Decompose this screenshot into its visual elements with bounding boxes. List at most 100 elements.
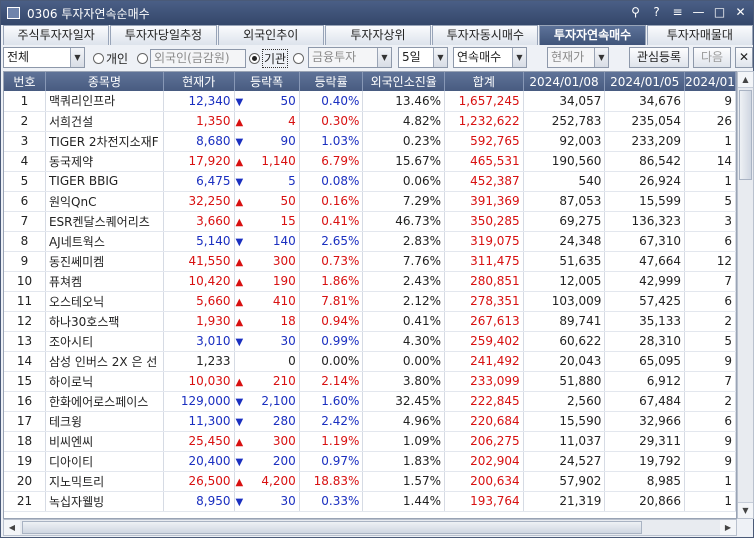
market-select[interactable]: 전체 ▼ [3, 47, 85, 68]
daily-net-buy: 15,590 [523, 411, 606, 432]
change-rate: 1.86% [299, 271, 364, 292]
stock-name: 지노믹트리 [45, 471, 164, 492]
daily-net-buy: 8,985 [604, 471, 686, 492]
stock-name: 조아시티 [45, 331, 164, 352]
stock-name: 녹십자웰빙 [45, 491, 164, 512]
close-icon[interactable]: ✕ [732, 4, 749, 21]
radio-individual[interactable]: 개인 [93, 49, 128, 67]
maximize-icon[interactable]: □ [711, 4, 728, 21]
table-row[interactable]: 9 동진쎄미켐 41,550 ▲ 300 0.73% 7.76% 311,475 51,635 4… [4, 251, 736, 272]
price-select[interactable]: 현재가 ▼ [547, 47, 609, 68]
change-amount-cell: ▲ 210 [234, 371, 300, 392]
scroll-thumb[interactable] [739, 90, 752, 180]
foreign-exhaustion-rate: 1.57% [362, 471, 445, 492]
scroll-thumb[interactable] [22, 521, 642, 534]
change-rate: 1.19% [299, 431, 364, 452]
column-header[interactable]: 합계 [444, 72, 524, 91]
change-amount: 18 [280, 314, 296, 328]
table-row[interactable]: 4 동국제약 17,920 ▲ 1,140 6.79% 15.67% 465,531 190,5… [4, 151, 736, 172]
days-select[interactable]: 5일 ▼ [398, 47, 448, 68]
arrow-down-icon: ▼ [235, 397, 244, 408]
change-amount: 4,200 [261, 474, 296, 488]
radio-institution[interactable]: 기관 [249, 48, 289, 68]
register-interest-button[interactable]: 관심등록 [629, 47, 689, 68]
menu-icon[interactable]: ≡ [669, 4, 686, 21]
table-row[interactable]: 10 퓨쳐켐 10,420 ▲ 190 1.86% 2.43% 280,851 12,005 42… [4, 271, 736, 292]
daily-net-buy: 1 [684, 491, 736, 512]
change-amount-cell: ▲ 190 [234, 271, 300, 292]
tab-investor-simultaneous[interactable]: 투자자동시매수 [432, 25, 539, 45]
change-amount: 280 [272, 414, 296, 428]
stock-name: 비씨엔씨 [45, 431, 164, 452]
change-amount: 210 [272, 374, 296, 388]
table-row[interactable]: 1 맥쿼리인프라 12,340 ▼ 50 0.40% 13.46% 1,657,245 34,0… [4, 91, 736, 112]
change-amount-cell: ▲ 410 [234, 291, 300, 312]
column-header[interactable]: 등락률 [299, 72, 364, 91]
horizontal-scrollbar[interactable]: ◀ ▶ [3, 519, 737, 536]
scroll-left-icon[interactable]: ◀ [4, 520, 20, 535]
row-number: 7 [4, 211, 46, 232]
table-row[interactable]: 3 TIGER 2차전지소재F 8,680 ▼ 90 1.03% 0.23% 592,765 9… [4, 131, 736, 152]
column-header[interactable]: 2024/01/05 [604, 72, 686, 91]
vertical-scrollbar[interactable]: ▲ ▼ [737, 71, 754, 519]
arrow-up-icon: ▲ [235, 117, 244, 128]
table-row[interactable]: 11 오스테오닉 5,660 ▲ 410 7.81% 2.12% 278,351 103,009… [4, 291, 736, 312]
table-row[interactable]: 20 지노믹트리 26,500 ▲ 4,200 18.83% 1.57% 200,634 57,… [4, 471, 736, 492]
table-row[interactable]: 18 비씨엔씨 25,450 ▲ 300 1.19% 1.09% 206,275 11,037 2… [4, 431, 736, 452]
radio-institution-type[interactable] [293, 49, 306, 67]
scroll-up-icon[interactable]: ▲ [738, 72, 753, 88]
table-row[interactable]: 14 삼성 인버스 2X 은 선 1,233 0 0.00% 0.00% 241,492 20… [4, 351, 736, 372]
table-row[interactable]: 8 AJ네트웍스 5,140 ▼ 140 2.65% 2.83% 319,075 24,348 6… [4, 231, 736, 252]
close-panel-button[interactable]: ✕ [735, 47, 753, 68]
change-rate: 2.65% [299, 231, 364, 252]
column-header[interactable]: 현재가 [163, 72, 235, 91]
tab-investor-daily[interactable]: 주식투자자일자 [3, 25, 110, 45]
chevron-down-icon: ▼ [512, 48, 526, 67]
table-row[interactable]: 5 TIGER BBIG 6,475 ▼ 5 0.08% 0.06% 452,387 540 26… [4, 171, 736, 192]
tab-investor-top[interactable]: 투자자상위 [324, 25, 432, 45]
table-row[interactable]: 13 조아시티 3,010 ▼ 30 0.99% 4.30% 259,402 60,622 28,… [4, 331, 736, 352]
column-header[interactable]: 2024/01/08 [523, 72, 606, 91]
column-header[interactable]: 2024/01 [684, 72, 736, 91]
table-row[interactable]: 15 하이로닉 10,030 ▲ 210 2.14% 3.80% 233,099 51,880 6… [4, 371, 736, 392]
table-row[interactable]: 12 하나30호스팩 1,930 ▲ 18 0.94% 0.41% 267,613 89,741… [4, 311, 736, 332]
daily-net-buy: 28,310 [604, 331, 686, 352]
radio-foreign[interactable]: 외국인(금감원) [137, 48, 246, 68]
column-header[interactable]: 외국인소진율 [362, 72, 445, 91]
current-price: 1,350 [163, 111, 235, 132]
tab-investor-estimate[interactable]: 투자자당일추정 [110, 25, 217, 45]
pin-icon[interactable]: ⚲ [627, 4, 644, 21]
app-icon [7, 7, 20, 19]
row-number: 16 [4, 391, 46, 412]
column-header[interactable]: 종목명 [45, 72, 164, 91]
scroll-down-icon[interactable]: ▼ [738, 502, 753, 518]
minimize-icon[interactable]: — [690, 4, 707, 21]
table-row[interactable]: 7 ESR켄달스퀘어리츠 3,660 ▲ 15 0.41% 46.73% 350,285 69,… [4, 211, 736, 232]
next-button[interactable]: 다음 [693, 47, 731, 68]
column-header[interactable]: 등락폭 [234, 72, 300, 91]
row-number: 5 [4, 171, 46, 192]
arrow-down-icon: ▼ [235, 497, 244, 508]
trade-type-select[interactable]: 연속매수 ▼ [453, 47, 527, 68]
institution-type-select[interactable]: 금융투자 ▼ [308, 47, 392, 68]
table-row[interactable]: 6 원익QnC 32,250 ▲ 50 0.16% 7.29% 391,369 87,053 15… [4, 191, 736, 212]
tab-foreign-trend[interactable]: 외국인추이 [217, 25, 324, 45]
window-title: 0306 투자자연속순매수 [27, 6, 150, 21]
table-row[interactable]: 2 서희건설 1,350 ▲ 4 0.30% 4.82% 1,232,622 252,783 23… [4, 111, 736, 132]
help-icon[interactable]: ? [648, 4, 665, 21]
tab-investor-volume-zone[interactable]: 투자자매물대 [646, 25, 753, 45]
arrow-up-icon: ▲ [235, 217, 244, 228]
table-row[interactable]: 21 녹십자웰빙 8,950 ▼ 30 0.33% 1.44% 193,764 21,319 20… [4, 491, 736, 512]
daily-net-buy: 136,323 [604, 211, 686, 232]
table-row[interactable]: 19 디아이티 20,400 ▼ 200 0.97% 1.83% 202,904 24,527 1… [4, 451, 736, 472]
table-row[interactable]: 16 한화에어로스페이스 129,000 ▼ 2,100 1.60% 32.45% 222,8… [4, 391, 736, 412]
foreign-exhaustion-rate: 13.46% [362, 91, 445, 112]
row-number: 20 [4, 471, 46, 492]
tab-investor-consecutive[interactable]: 투자자연속매수 [539, 25, 646, 45]
table-row[interactable]: 17 테크윙 11,300 ▼ 280 2.42% 4.96% 220,684 15,590 32… [4, 411, 736, 432]
foreign-exhaustion-rate: 32.45% [362, 391, 445, 412]
scroll-right-icon[interactable]: ▶ [720, 520, 736, 535]
change-rate: 0.30% [299, 111, 364, 132]
column-header[interactable]: 번호 [4, 72, 46, 91]
data-grid[interactable]: 번호 종목명 현재가 등락폭 등락률 외국인소진율 합계 2024/01/08 2024/01/… [3, 71, 737, 519]
